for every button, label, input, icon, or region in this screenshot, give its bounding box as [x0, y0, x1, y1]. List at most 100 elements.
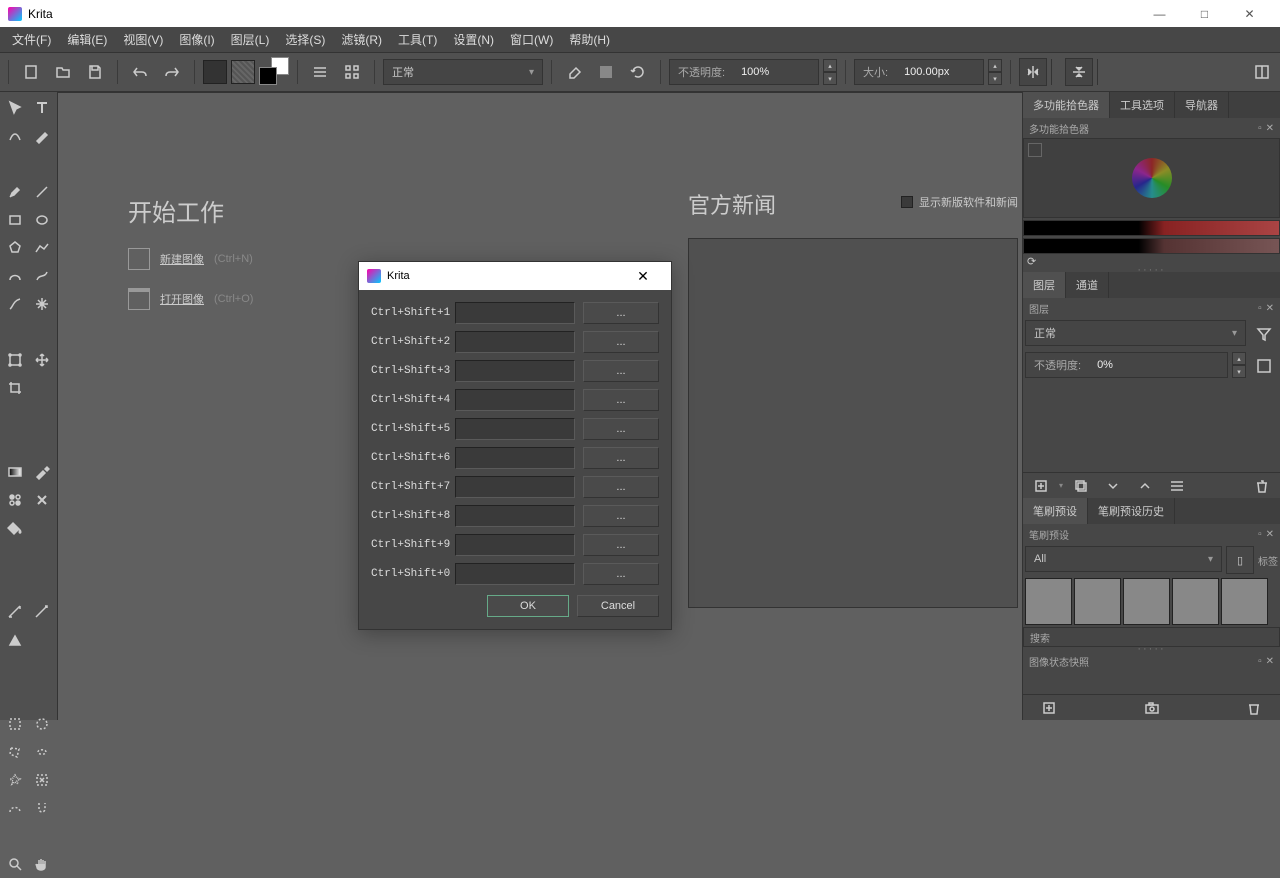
menu-help[interactable]: 帮助(H)	[561, 27, 618, 52]
browse-button[interactable]: ...	[583, 447, 659, 469]
shortcut-path-input[interactable]	[455, 505, 575, 527]
alpha-lock-button[interactable]	[592, 58, 620, 86]
measure-tool[interactable]	[29, 598, 56, 626]
brush-tool[interactable]	[2, 178, 29, 206]
new-doc-button[interactable]	[17, 58, 45, 86]
redo-button[interactable]	[158, 58, 186, 86]
layer-opacity-spinner[interactable]: ▴▾	[1232, 352, 1246, 378]
layer-props-button[interactable]	[1163, 472, 1191, 500]
tab-navigator[interactable]: 导航器	[1175, 92, 1229, 118]
browse-button[interactable]: ...	[583, 563, 659, 585]
menu-layer[interactable]: 图层(L)	[223, 27, 278, 52]
menu-view[interactable]: 视图(V)	[115, 27, 171, 52]
color-slider[interactable]	[1023, 238, 1280, 254]
pattern-swatch[interactable]	[231, 60, 255, 84]
maximize-button[interactable]: □	[1182, 0, 1227, 27]
workspace-chooser-button[interactable]	[1248, 58, 1276, 86]
size-spinner[interactable]: ▴▾	[988, 59, 1002, 85]
freehand-path-tool[interactable]	[29, 262, 56, 290]
rectangle-tool[interactable]	[2, 206, 29, 234]
color-wheel[interactable]	[1023, 138, 1280, 218]
tab-channels[interactable]: 通道	[1066, 272, 1109, 298]
bezier-tool[interactable]	[2, 262, 29, 290]
shortcut-path-input[interactable]	[455, 389, 575, 411]
close-button[interactable]: ✕	[1227, 0, 1272, 27]
save-button[interactable]	[81, 58, 109, 86]
close-docker-icon[interactable]: ✕	[1266, 303, 1274, 314]
menu-filter[interactable]: 滤镜(R)	[333, 27, 390, 52]
brush-preset[interactable]	[1123, 578, 1170, 625]
browse-button[interactable]: ...	[583, 418, 659, 440]
blend-mode-select[interactable]: 正常	[383, 59, 543, 85]
menu-window[interactable]: 窗口(W)	[502, 27, 561, 52]
calligraphy-tool[interactable]	[29, 122, 56, 150]
ellipse-select-tool[interactable]	[29, 710, 56, 738]
shortcut-path-input[interactable]	[455, 534, 575, 556]
tab-layers[interactable]: 图层	[1023, 272, 1066, 298]
brush-preset[interactable]	[1221, 578, 1268, 625]
transform-tool[interactable]	[2, 346, 29, 374]
similar-select-tool[interactable]	[29, 766, 56, 794]
dynamic-brush-tool[interactable]	[2, 290, 29, 318]
ok-button[interactable]: OK	[487, 595, 569, 617]
browse-button[interactable]: ...	[583, 505, 659, 527]
layer-filter-button[interactable]	[1250, 320, 1278, 348]
pan-tool[interactable]	[29, 850, 56, 878]
polygon-select-tool[interactable]	[2, 738, 29, 766]
shortcut-path-input[interactable]	[455, 360, 575, 382]
browse-button[interactable]: ...	[583, 302, 659, 324]
undo-button[interactable]	[126, 58, 154, 86]
text-tool[interactable]	[29, 94, 56, 122]
delete-snapshot-button[interactable]	[1240, 694, 1268, 722]
float-docker-icon[interactable]: ▫	[1258, 656, 1262, 667]
menu-select[interactable]: 选择(S)	[277, 27, 333, 52]
gradient-swatch[interactable]	[203, 60, 227, 84]
float-docker-icon[interactable]: ▫	[1258, 529, 1262, 540]
eraser-mode-button[interactable]	[560, 58, 588, 86]
multibrush-tool[interactable]	[29, 290, 56, 318]
brush-presets-button[interactable]	[338, 58, 366, 86]
move-layer-tool[interactable]	[29, 346, 56, 374]
browse-button[interactable]: ...	[583, 360, 659, 382]
gradient-tool[interactable]	[2, 458, 29, 486]
minimize-button[interactable]: —	[1137, 0, 1182, 27]
open-button[interactable]	[49, 58, 77, 86]
brush-view-button[interactable]: ▯	[1226, 546, 1254, 574]
close-docker-icon[interactable]: ✕	[1266, 656, 1274, 667]
reload-preset-button[interactable]	[624, 58, 652, 86]
freehand-select-tool[interactable]	[29, 738, 56, 766]
fill-tool[interactable]	[2, 514, 29, 542]
tab-brush-history[interactable]: 笔刷预设历史	[1088, 498, 1175, 524]
duplicate-layer-button[interactable]	[1067, 472, 1095, 500]
menu-settings[interactable]: 设置(N)	[445, 27, 502, 52]
float-docker-icon[interactable]: ▫	[1258, 303, 1262, 314]
browse-button[interactable]: ...	[583, 331, 659, 353]
brush-tag-select[interactable]: All	[1025, 546, 1222, 572]
size-slider[interactable]: 大小:100.00px	[854, 59, 984, 85]
line-tool[interactable]	[29, 178, 56, 206]
polygon-tool[interactable]	[2, 234, 29, 262]
add-layer-button[interactable]	[1027, 472, 1055, 500]
assistant-tool[interactable]	[2, 598, 29, 626]
mirror-horizontal-button[interactable]	[1019, 58, 1047, 86]
crop-tool[interactable]	[2, 374, 29, 402]
contiguous-select-tool[interactable]	[2, 766, 29, 794]
color-slider[interactable]	[1023, 220, 1280, 236]
shortcut-path-input[interactable]	[455, 476, 575, 498]
browse-button[interactable]: ...	[583, 476, 659, 498]
cancel-button[interactable]: Cancel	[577, 595, 659, 617]
shortcut-path-input[interactable]	[455, 302, 575, 324]
magnetic-select-tool[interactable]	[29, 794, 56, 822]
shortcut-path-input[interactable]	[455, 331, 575, 353]
show-news-checkbox[interactable]: 显示新版软件和新闻	[901, 194, 1018, 210]
smart-fill-tool[interactable]	[29, 486, 56, 514]
menu-tools[interactable]: 工具(T)	[390, 27, 445, 52]
shortcut-path-input[interactable]	[455, 447, 575, 469]
close-docker-icon[interactable]: ✕	[1266, 529, 1274, 540]
close-docker-icon[interactable]: ✕	[1266, 123, 1274, 134]
polyline-tool[interactable]	[29, 234, 56, 262]
shortcut-path-input[interactable]	[455, 563, 575, 585]
browse-button[interactable]: ...	[583, 389, 659, 411]
menu-file[interactable]: 文件(F)	[4, 27, 59, 52]
add-snapshot-button[interactable]	[1035, 694, 1063, 722]
